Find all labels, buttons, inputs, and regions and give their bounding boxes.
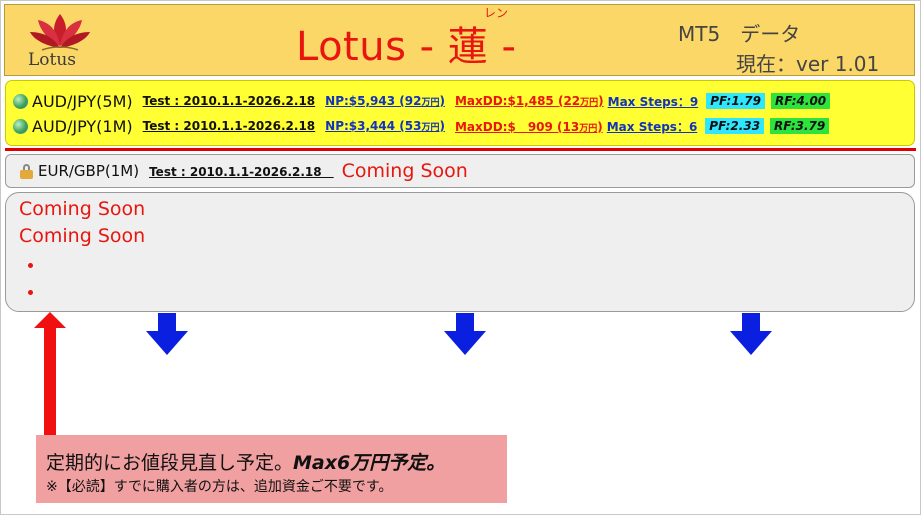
bullet-dot bbox=[28, 263, 33, 268]
down-arrow-icon bbox=[730, 313, 772, 355]
max-drawdown-link[interactable]: MaxDD:$ 909 (13万円) bbox=[455, 118, 603, 135]
globe-icon bbox=[13, 118, 28, 134]
locked-test-link[interactable]: Test : 2010.1.1-2026.2.18 bbox=[149, 163, 334, 180]
notice-main: 定期的にお値段見直し予定。Max6万円予定。 bbox=[46, 452, 446, 474]
recovery-factor-badge: RF:3.79 bbox=[770, 118, 830, 134]
logo-text: Lotus bbox=[28, 50, 77, 70]
locked-pair-label: EUR/GBP(1M) bbox=[38, 162, 140, 180]
platform-label: MT5 データ bbox=[678, 22, 801, 46]
profit-factor-badge: PF:1.79 bbox=[706, 93, 765, 109]
max-steps-link[interactable]: Max Steps：9 bbox=[608, 93, 699, 110]
profit-factor-badge: PF:2.33 bbox=[705, 118, 765, 134]
pair-label: AUD/JPY(5M) bbox=[32, 91, 133, 111]
down-arrow-icon bbox=[444, 313, 486, 355]
net-profit-link[interactable]: NP:$5,943 (92万円) bbox=[325, 94, 445, 108]
upcoming-line: Coming Soon bbox=[19, 225, 146, 247]
globe-icon bbox=[13, 93, 28, 109]
lock-icon bbox=[20, 164, 33, 179]
result-row: AUD/JPY(1M) Test : 2010.1.1-2026.2.18 NP… bbox=[13, 114, 830, 138]
max-steps-link[interactable]: Max Steps：6 bbox=[607, 118, 698, 135]
net-profit-link[interactable]: NP:$3,444 (53万円) bbox=[325, 119, 445, 133]
notice-sub: ※【必読】すでに購入者の方は、追加資金ご不要です。 bbox=[46, 479, 393, 495]
test-period-link[interactable]: Test : 2010.1.1-2026.2.18 bbox=[143, 94, 316, 108]
version-label: 現在：ver 1.01 bbox=[736, 52, 880, 76]
pair-label: AUD/JPY(1M) bbox=[32, 116, 133, 136]
locked-status: Coming Soon bbox=[341, 160, 468, 182]
recovery-factor-badge: RF:4.00 bbox=[770, 93, 831, 109]
upcoming-line: Coming Soon bbox=[19, 198, 146, 220]
bullet-dot bbox=[28, 290, 33, 295]
locked-row: EUR/GBP(1M) Test : 2010.1.1-2026.2.18 Co… bbox=[20, 160, 468, 182]
up-arrow-icon bbox=[34, 312, 66, 436]
section-divider bbox=[5, 148, 916, 151]
result-row: AUD/JPY(5M) Test : 2010.1.1-2026.2.18 NP… bbox=[13, 89, 831, 113]
page-title: Lotus - 蓮 - bbox=[296, 24, 517, 70]
test-period-link[interactable]: Test : 2010.1.1-2026.2.18 bbox=[143, 119, 316, 133]
max-drawdown-link[interactable]: MaxDD:$1,485 (22万円) bbox=[455, 94, 604, 108]
down-arrow-icon bbox=[146, 313, 188, 355]
